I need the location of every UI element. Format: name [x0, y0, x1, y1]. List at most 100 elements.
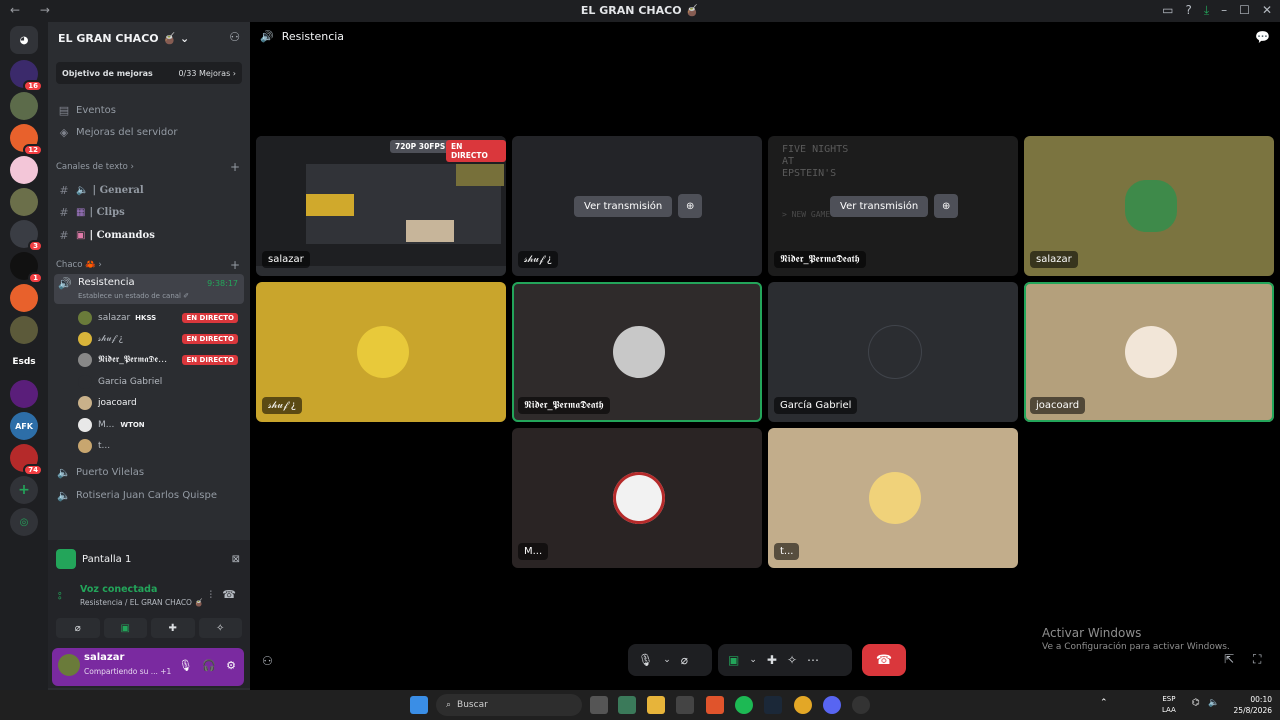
voice-channel-rotiseria[interactable]: 🔈 Rotiseria Juan Carlos Quispe — [56, 485, 244, 505]
participant-tile[interactable]: salazar — [1024, 136, 1274, 276]
participant-tile[interactable]: 𝕹𝖎𝖉𝖊𝖗_𝕻𝖊𝖗𝖒𝖆𝕯𝖊𝖆𝖙𝖍 — [512, 282, 762, 422]
soundboard-icon[interactable]: ✧ — [787, 653, 797, 667]
language-indicator[interactable]: ESP LAA — [1162, 694, 1176, 716]
add-channel-icon[interactable]: + — [230, 258, 240, 272]
server-header[interactable]: EL GRAN CHACO 🧉 ⌄ ⚇ — [48, 22, 250, 54]
voice-channel-puerto-vilelas[interactable]: 🔈 Puerto Vilelas — [56, 462, 244, 482]
voice-member[interactable]: t... — [78, 436, 244, 456]
chevron-down-icon[interactable]: ⌄ — [749, 655, 757, 665]
server-icon[interactable] — [10, 284, 38, 312]
voice-channel-resistencia[interactable]: 🔊 Resistencia 9:38:17 Establece un estad… — [54, 274, 244, 304]
inbox-icon[interactable]: ▭ — [1162, 3, 1173, 18]
add-server-icon[interactable]: + — [10, 476, 38, 504]
server-icon[interactable] — [10, 188, 38, 216]
microphone-icon[interactable]: 🎙 — [178, 659, 192, 672]
minimize-icon[interactable]: – — [1221, 3, 1227, 18]
events-item[interactable]: ▤ Eventos — [56, 100, 244, 120]
boost-goal[interactable]: Objetivo de mejoras 0/33 Mejoras › — [56, 62, 242, 84]
brave-icon[interactable] — [706, 696, 724, 714]
participant-tile[interactable]: García Gabriel — [768, 282, 1018, 422]
store-icon[interactable] — [676, 696, 694, 714]
explore-icon[interactable]: ◎ — [10, 508, 38, 536]
stream-tile[interactable]: FIVE NIGHTS AT EPSTEIN'S > NEW GAME Ver … — [768, 136, 1018, 276]
start-icon[interactable] — [410, 696, 428, 714]
activities-icon[interactable]: ✚ — [767, 653, 777, 667]
voice-member[interactable]: joacoard — [78, 393, 244, 413]
voice-member[interactable]: Garcia Gabriel — [78, 372, 244, 392]
settings-gear-icon[interactable]: ⚙ — [226, 659, 236, 672]
discord-icon[interactable] — [823, 696, 841, 714]
participant-tile[interactable]: 𝓈𝒽𝓊𝒻 ¿ — [256, 282, 506, 422]
network-icon[interactable]: ⌬ — [1192, 698, 1200, 708]
stop-stream-icon[interactable]: ⊠ — [232, 554, 240, 565]
voice-member[interactable]: salazar HKSS EN DIRECTO — [78, 308, 244, 328]
disconnect-button[interactable]: ☎ — [862, 644, 906, 676]
participant-tile[interactable]: joacoard — [1024, 282, 1274, 422]
steam-icon[interactable] — [764, 696, 782, 714]
server-icon[interactable] — [10, 316, 38, 344]
participant-tile[interactable]: t... — [768, 428, 1018, 568]
fullscreen-icon[interactable]: ⛶ — [1253, 652, 1261, 667]
taskbar-search[interactable]: ⌕ Buscar — [436, 694, 582, 716]
share-screen-button[interactable]: ▣ — [103, 618, 147, 638]
server-name[interactable]: EL GRAN CHACO 🧉 ⌄ — [58, 32, 189, 45]
app-icon[interactable] — [852, 696, 870, 714]
server-icon[interactable]: 74 — [10, 444, 43, 476]
download-icon[interactable]: ⤓ — [1204, 3, 1209, 18]
activities-button[interactable]: ✚ — [151, 618, 195, 638]
server-esds[interactable]: Esds — [10, 348, 38, 376]
server-afk[interactable]: AFK — [10, 412, 38, 440]
watch-stream-button[interactable]: Ver transmisión — [574, 195, 673, 217]
channel-clips[interactable]: # ▦ | Clips — [56, 202, 244, 222]
category-text-channels[interactable]: Canales de texto › + — [56, 160, 244, 174]
server-icon[interactable]: 1 — [10, 252, 43, 284]
stream-tile[interactable]: 720P 30FPS EN DIRECTO salazar — [256, 136, 506, 276]
voice-member[interactable]: 𝕹𝖎𝖉𝖊𝖗_𝕻𝖊𝖗𝖒𝖆𝕯𝖊… EN DIRECTO — [78, 350, 244, 370]
spotify-icon[interactable] — [735, 696, 753, 714]
camera-off-button[interactable]: ⌀ — [56, 618, 100, 638]
share-screen-icon[interactable]: ▣ — [728, 653, 739, 667]
popout-icon[interactable]: ⇱ — [1224, 652, 1234, 666]
disconnect-icon[interactable]: ☎ — [222, 588, 236, 601]
volume-icon[interactable]: 🔈 — [1208, 698, 1219, 708]
maximize-icon[interactable]: ☐ — [1239, 3, 1250, 18]
channel-comandos[interactable]: # ▣ | Comandos — [56, 225, 244, 245]
chat-icon[interactable]: 💬 — [1255, 30, 1270, 44]
voice-member[interactable]: 𝓈𝒽𝓊𝒻 ¿ EN DIRECTO — [78, 329, 244, 349]
help-icon[interactable]: ? — [1185, 3, 1191, 18]
server-icon[interactable] — [10, 156, 38, 184]
stream-tile[interactable]: Ver transmisión ⊕ 𝓈𝒽𝓊𝒻 ¿ — [512, 136, 762, 276]
category-chaco[interactable]: Chaco 🦀 › + — [56, 258, 244, 272]
participant-tile[interactable]: M... — [512, 428, 762, 568]
server-icon[interactable]: 12 — [10, 124, 43, 156]
channel-general[interactable]: # 🔈 | General — [56, 180, 244, 200]
stream-preview[interactable]: Pantalla 1 ⊠ — [56, 546, 242, 572]
server-icon[interactable] — [10, 380, 38, 408]
server-icon[interactable]: 3 — [10, 220, 43, 252]
server-icon[interactable] — [10, 92, 38, 120]
clock[interactable]: 00:10 25/8/2026 — [1234, 694, 1272, 716]
file-explorer-icon[interactable] — [647, 696, 665, 714]
current-user[interactable]: salazar Compartiendo su ... +1 🎙 🎧 ⚙ — [52, 648, 244, 686]
voice-member[interactable]: M... WTON — [78, 415, 244, 435]
camera-off-icon[interactable]: ⌀ — [681, 653, 688, 667]
add-member-icon[interactable]: ⚇ — [229, 30, 240, 44]
server-icon[interactable]: 16 — [10, 60, 43, 92]
invite-icon[interactable]: ⚇ — [262, 654, 273, 668]
signal-icon[interactable]: ⦂ — [58, 588, 62, 603]
popout-icon[interactable]: ⊕ — [678, 194, 703, 218]
task-view-icon[interactable] — [590, 696, 608, 714]
discord-home-icon[interactable]: ◕ — [10, 26, 38, 54]
add-channel-icon[interactable]: + — [230, 160, 240, 174]
watch-stream-button[interactable]: Ver transmisión — [830, 195, 929, 217]
headphones-icon[interactable]: 🎧 — [202, 659, 216, 672]
popout-icon[interactable]: ⊕ — [934, 194, 959, 218]
chevron-up-icon[interactable]: ⌃ — [1100, 698, 1108, 708]
more-icon[interactable]: ⋯ — [807, 653, 819, 667]
server-boosts-item[interactable]: ◈ Mejoras del servidor — [56, 122, 244, 142]
soundboard-button[interactable]: ✧ — [198, 618, 242, 638]
chevron-down-icon[interactable]: ⌄ — [663, 655, 671, 665]
close-icon[interactable]: ✕ — [1262, 3, 1272, 18]
widgets-icon[interactable] — [618, 696, 636, 714]
chrome-icon[interactable] — [794, 696, 812, 714]
